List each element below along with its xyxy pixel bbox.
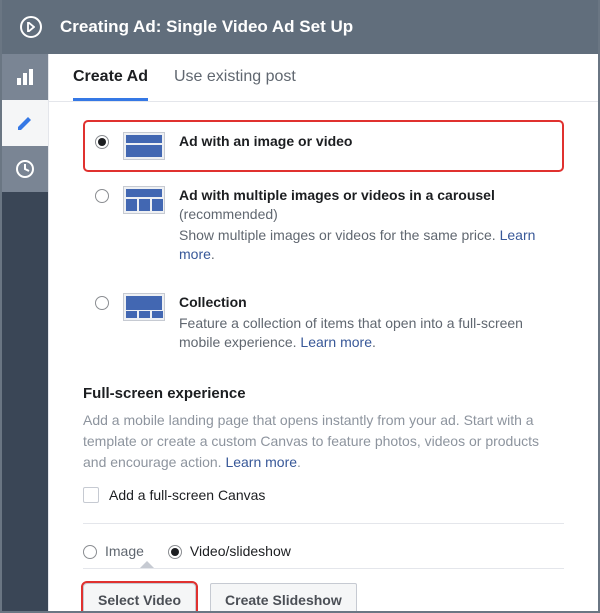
bar-chart-icon bbox=[16, 68, 34, 86]
tab-create-ad[interactable]: Create Ad bbox=[73, 68, 148, 101]
sidebar-item-insights[interactable] bbox=[2, 54, 48, 100]
canvas-checkbox-row[interactable]: Add a full-screen Canvas bbox=[49, 473, 598, 503]
format-collection-title: Collection bbox=[179, 293, 552, 312]
create-slideshow-button[interactable]: Create Slideshow bbox=[210, 583, 357, 611]
learn-more-link[interactable]: Learn more bbox=[300, 334, 372, 350]
radio-media-image[interactable] bbox=[83, 545, 97, 559]
tabs: Create Ad Use existing post bbox=[49, 54, 598, 102]
format-option-collection[interactable]: Collection Feature a collection of items… bbox=[83, 279, 564, 367]
format-collection-desc: Feature a collection of items that open … bbox=[179, 314, 552, 353]
format-carousel-title: Ad with multiple images or videos in a c… bbox=[179, 186, 552, 224]
format-option-carousel[interactable]: Ad with multiple images or videos in a c… bbox=[83, 172, 564, 279]
thumb-single-icon bbox=[123, 132, 165, 160]
media-type-video-label: Video/slideshow bbox=[190, 543, 291, 559]
format-single-title: Ad with an image or video bbox=[179, 132, 552, 151]
fullscreen-desc: Add a mobile landing page that opens ins… bbox=[49, 410, 598, 473]
clock-icon bbox=[16, 160, 34, 178]
radio-format-collection[interactable] bbox=[95, 296, 109, 310]
chevron-right-circle-icon[interactable] bbox=[20, 16, 42, 38]
radio-media-video[interactable] bbox=[168, 545, 182, 559]
media-type-video[interactable]: Video/slideshow bbox=[168, 542, 291, 559]
thumb-collection-icon bbox=[123, 293, 165, 321]
format-carousel-desc: Show multiple images or videos for the s… bbox=[179, 226, 552, 265]
canvas-checkbox-label: Add a full-screen Canvas bbox=[109, 487, 265, 503]
button-row: Select Video Create Slideshow bbox=[83, 568, 564, 611]
select-video-button[interactable]: Select Video bbox=[83, 583, 196, 611]
fullscreen-heading: Full-screen experience bbox=[49, 367, 598, 410]
sidebar-item-edit[interactable] bbox=[2, 100, 48, 146]
sidebar bbox=[2, 54, 48, 611]
content-panel: Create Ad Use existing post Ad with an i… bbox=[48, 54, 598, 611]
format-carousel-recommended: (recommended) bbox=[179, 206, 278, 222]
sidebar-item-history[interactable] bbox=[2, 146, 48, 192]
tab-use-existing[interactable]: Use existing post bbox=[174, 68, 296, 101]
radio-format-carousel[interactable] bbox=[95, 189, 109, 203]
header: Creating Ad: Single Video Ad Set Up bbox=[2, 0, 598, 54]
media-type-image[interactable]: Image bbox=[83, 542, 144, 559]
ad-format-section: Ad with an image or video Ad with multip… bbox=[49, 102, 598, 367]
page-title: Creating Ad: Single Video Ad Set Up bbox=[60, 17, 353, 37]
learn-more-link[interactable]: Learn more bbox=[225, 454, 297, 470]
thumb-carousel-icon bbox=[123, 186, 165, 214]
format-option-single[interactable]: Ad with an image or video bbox=[83, 120, 564, 172]
radio-format-single[interactable] bbox=[95, 135, 109, 149]
media-type-row: Image Video/slideshow bbox=[49, 524, 598, 563]
media-type-image-label: Image bbox=[105, 543, 144, 559]
pencil-icon bbox=[16, 114, 34, 132]
canvas-checkbox[interactable] bbox=[83, 487, 99, 503]
